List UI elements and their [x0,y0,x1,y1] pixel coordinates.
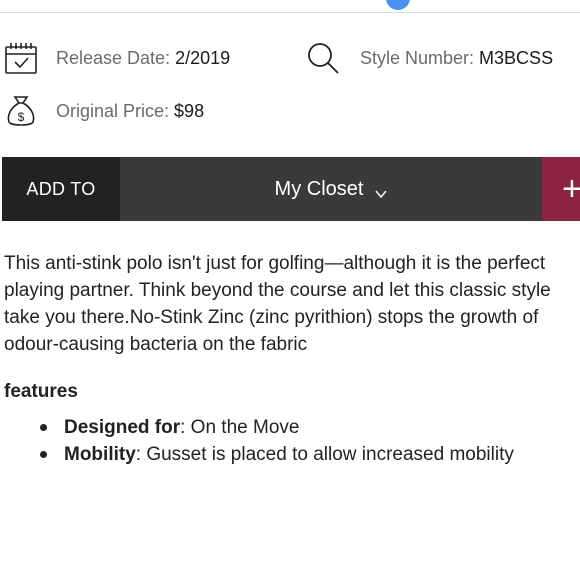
closet-select-label: My Closet [274,177,364,200]
search-icon [306,41,340,75]
top-divider [0,12,580,13]
style-number-value: M3BCSS [479,47,554,68]
feature-value: On the Move [185,417,300,438]
chevron-down-icon [375,183,387,199]
scroll-indicator-dot[interactable] [386,0,410,10]
release-date-value: 2/2019 [175,47,231,68]
add-to-closet-plus-button[interactable]: + [542,157,580,221]
features-heading: features [4,381,78,402]
original-price-value: $98 [174,100,205,121]
description-line: take you there.No-Stink Zinc (zinc pyrit… [4,307,539,328]
description-line: playing partner. Think beyond the course… [4,280,551,301]
feature-item: Mobility: Gusset is placed to allow incr… [40,441,514,468]
original-price-label: Original Price: [56,100,170,121]
add-to-closet-bar: ADD TO My Closet + [2,157,580,221]
style-number-label: Style Number: [360,47,475,68]
svg-text:$: $ [18,110,25,124]
release-date-item: Release Date: 2/2019 [4,38,230,78]
original-price-item: $ Original Price: $98 [4,91,204,131]
meta-row-price: $ Original Price: $98 [0,91,580,131]
feature-name: Mobility [64,444,136,465]
product-description: This anti-stink polo isn't just for golf… [4,250,580,358]
description-line: odour-causing bacteria on the fabric [4,334,308,355]
style-number-item: Style Number: M3BCSS [306,38,553,78]
add-to-label[interactable]: ADD TO [2,157,120,221]
description-line: This anti-stink polo isn't just for golf… [4,253,546,274]
feature-name: Designed for [64,417,181,438]
features-list: Designed for: On the Move Mobility: Guss… [40,414,514,468]
release-date-label: Release Date: [56,47,171,68]
money-bag-icon: $ [4,94,38,128]
feature-item: Designed for: On the Move [40,414,514,441]
meta-row-release-style: Release Date: 2/2019 Style Number: M3BCS… [0,38,580,78]
feature-value: Gusset is placed to allow increased mobi… [141,444,514,465]
closet-select[interactable]: My Closet [120,157,542,221]
calendar-icon [4,41,38,75]
